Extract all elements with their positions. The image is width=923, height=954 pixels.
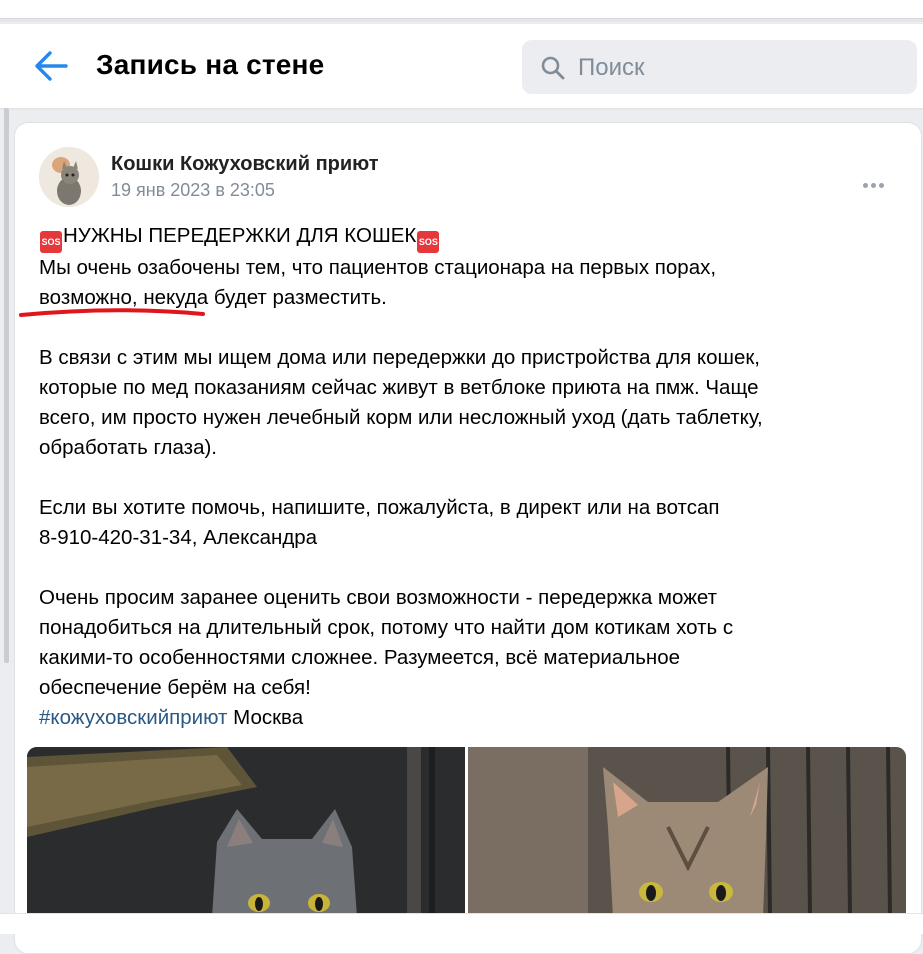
cat-avatar-image	[39, 147, 99, 207]
search-icon	[541, 56, 565, 80]
arrow-left-icon	[35, 51, 68, 81]
bottom-action-bar	[0, 913, 923, 934]
cat-photo-tabby[interactable]	[468, 747, 906, 917]
post-paragraph-4: Очень просим заранее оценить свои возмож…	[39, 586, 734, 699]
status-strip-inner	[0, 0, 923, 19]
status-strip	[0, 0, 923, 22]
author-name[interactable]: Кошки Кожуховский приют	[111, 153, 379, 176]
avatar[interactable]	[39, 147, 99, 207]
sos-emoji-icon: SOS	[40, 231, 62, 253]
sos-emoji-icon: SOS	[417, 231, 440, 253]
post-card: Кошки Кожуховский приют 19 янв 2023 в 23…	[14, 122, 922, 954]
page-title: Запись на стене	[96, 49, 325, 80]
hashtag-link[interactable]: #кожуховскийприют	[39, 706, 227, 729]
post-text: SOS НУЖНЫ ПЕРЕДЕРЖКИ ДЛЯ КОШЕК SOS Мы очен…	[39, 221, 879, 733]
post-paragraph-1: Мы очень озабочены тем, что пациентов ст…	[39, 256, 717, 309]
search-input[interactable]	[576, 50, 900, 86]
app-header: Запись на стене	[0, 24, 923, 108]
cat-photo-gray[interactable]	[27, 747, 465, 917]
post-date[interactable]: 19 янв 2023 в 23:05	[111, 180, 275, 201]
post-paragraph-3: Если вы хотите помочь, напишите, пожалуй…	[39, 496, 720, 549]
post-headline: НУЖНЫ ПЕРЕДЕРЖКИ ДЛЯ КОШЕК	[63, 224, 417, 247]
post-location: Москва	[227, 706, 304, 729]
back-button[interactable]	[30, 48, 70, 84]
red-underline-marker	[19, 308, 205, 317]
post-paragraph-2: В связи с этим мы ищем дома или передерж…	[39, 346, 763, 459]
search-box[interactable]	[522, 40, 917, 94]
scrollbar[interactable]	[4, 108, 9, 663]
more-options-icon[interactable]	[863, 175, 891, 188]
